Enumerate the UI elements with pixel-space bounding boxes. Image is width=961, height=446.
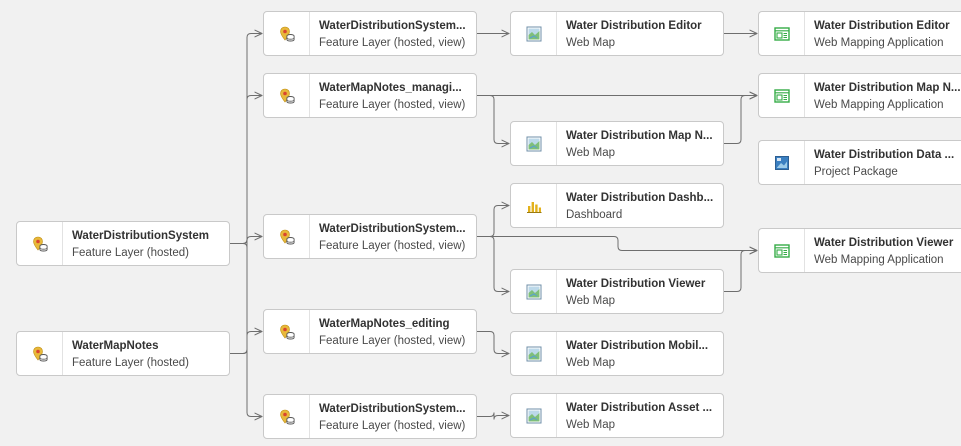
item-card-view-3[interactable]: WaterDistributionSystem... Feature Layer …	[263, 214, 477, 259]
feature-layer-icon	[17, 222, 63, 265]
web-app-icon	[759, 229, 805, 272]
project-package-icon	[759, 141, 805, 184]
item-card-view-2[interactable]: WaterMapNotes_managi... Feature Layer (ho…	[263, 73, 477, 118]
item-type: Dashboard	[566, 209, 623, 221]
item-title: WaterMapNotes_managi...	[319, 82, 462, 94]
item-type: Web Map	[566, 295, 616, 307]
feature-layer-icon	[264, 74, 310, 117]
web-map-icon	[511, 394, 557, 437]
link-view-3-to-dashboard	[477, 206, 509, 237]
web-map-icon	[511, 12, 557, 55]
item-title: WaterDistributionSystem...	[319, 403, 466, 415]
web-map-icon	[511, 122, 557, 165]
item-title: WaterDistributionSystem...	[319, 223, 466, 235]
item-title: WaterDistributionSystem...	[319, 20, 466, 32]
link-view-3-to-map-viewer	[477, 236, 509, 292]
link-view-3-to-app-viewer	[477, 236, 757, 251]
item-type: Web Map	[566, 357, 616, 369]
link-view-5-to-map-asset	[477, 413, 509, 420]
item-card-map-mobile[interactable]: Water Distribution Mobil... Web Map	[510, 331, 724, 376]
web-app-icon	[759, 12, 805, 55]
item-title: Water Distribution Map N...	[814, 82, 961, 94]
item-type: Web Mapping Application	[814, 99, 944, 111]
web-map-icon	[511, 332, 557, 375]
item-title: Water Distribution Editor	[566, 20, 702, 32]
dashboard-icon	[511, 184, 557, 227]
item-card-dashboard[interactable]: Water Distribution Dashb... Dashboard	[510, 183, 724, 228]
item-card-app-notes[interactable]: Water Distribution Map N... Web Mapping A…	[758, 73, 961, 118]
item-type: Feature Layer (hosted)	[72, 247, 189, 259]
item-title: Water Distribution Dashb...	[566, 192, 714, 204]
link-map-notes-to-app-notes	[724, 96, 757, 144]
link-map-viewer-to-app-viewer	[724, 251, 757, 292]
item-card-app-viewer[interactable]: Water Distribution Viewer Web Mapping App…	[758, 228, 961, 273]
link-view-2-to-map-notes	[477, 95, 509, 144]
item-card-project-pkg[interactable]: Water Distribution Data ... Project Packa…	[758, 140, 961, 185]
item-title: Water Distribution Viewer	[814, 237, 954, 249]
item-card-src-wds[interactable]: WaterDistributionSystem Feature Layer (ho…	[16, 221, 230, 266]
web-app-icon	[759, 74, 805, 117]
item-title: Water Distribution Viewer	[566, 278, 706, 290]
link-src-wmn-to-view-2	[230, 96, 262, 354]
feature-layer-icon	[264, 310, 310, 353]
item-type: Web Mapping Application	[814, 254, 944, 266]
item-card-app-editor[interactable]: Water Distribution Editor Web Mapping App…	[758, 11, 961, 56]
link-src-wds-to-view-5	[230, 243, 262, 417]
item-card-view-4[interactable]: WaterMapNotes_editing Feature Layer (host…	[263, 309, 477, 354]
item-type: Feature Layer (hosted)	[72, 357, 189, 369]
item-card-map-viewer[interactable]: Water Distribution Viewer Web Map	[510, 269, 724, 314]
item-card-src-wmn[interactable]: WaterMapNotes Feature Layer (hosted)	[16, 331, 230, 376]
item-type: Web Map	[566, 419, 616, 431]
item-title: WaterDistributionSystem	[72, 230, 209, 242]
feature-layer-icon	[264, 395, 310, 438]
feature-layer-icon	[17, 332, 63, 375]
item-type: Web Map	[566, 37, 616, 49]
item-type: Web Mapping Application	[814, 37, 944, 49]
item-type: Web Map	[566, 147, 616, 159]
item-type: Feature Layer (hosted, view)	[319, 37, 466, 49]
item-title: WaterMapNotes	[72, 340, 159, 352]
item-type: Project Package	[814, 166, 898, 178]
item-type: Feature Layer (hosted, view)	[319, 240, 466, 252]
item-type: Feature Layer (hosted, view)	[319, 335, 466, 347]
item-card-map-asset[interactable]: Water Distribution Asset ... Web Map	[510, 393, 724, 438]
item-title: WaterMapNotes_editing	[319, 318, 450, 330]
link-src-wds-to-view-3	[230, 237, 262, 244]
link-view-4-to-map-mobile	[477, 331, 509, 354]
item-title: Water Distribution Data ...	[814, 149, 955, 161]
item-card-map-editor[interactable]: Water Distribution Editor Web Map	[510, 11, 724, 56]
item-dependency-diagram: WaterDistributionSystem Feature Layer (ho…	[0, 0, 961, 446]
item-card-view-5[interactable]: WaterDistributionSystem... Feature Layer …	[263, 394, 477, 439]
item-type: Feature Layer (hosted, view)	[319, 99, 466, 111]
item-card-map-notes[interactable]: Water Distribution Map N... Web Map	[510, 121, 724, 166]
link-src-wmn-to-view-4	[230, 332, 262, 354]
item-title: Water Distribution Mobil...	[566, 340, 709, 352]
item-type: Feature Layer (hosted, view)	[319, 420, 466, 432]
feature-layer-icon	[264, 215, 310, 258]
item-title: Water Distribution Asset ...	[566, 402, 713, 414]
item-title: Water Distribution Map N...	[566, 130, 713, 142]
link-src-wds-to-view-1	[230, 34, 262, 244]
item-title: Water Distribution Editor	[814, 20, 950, 32]
web-map-icon	[511, 270, 557, 313]
item-card-view-1[interactable]: WaterDistributionSystem... Feature Layer …	[263, 11, 477, 56]
feature-layer-icon	[264, 12, 310, 55]
